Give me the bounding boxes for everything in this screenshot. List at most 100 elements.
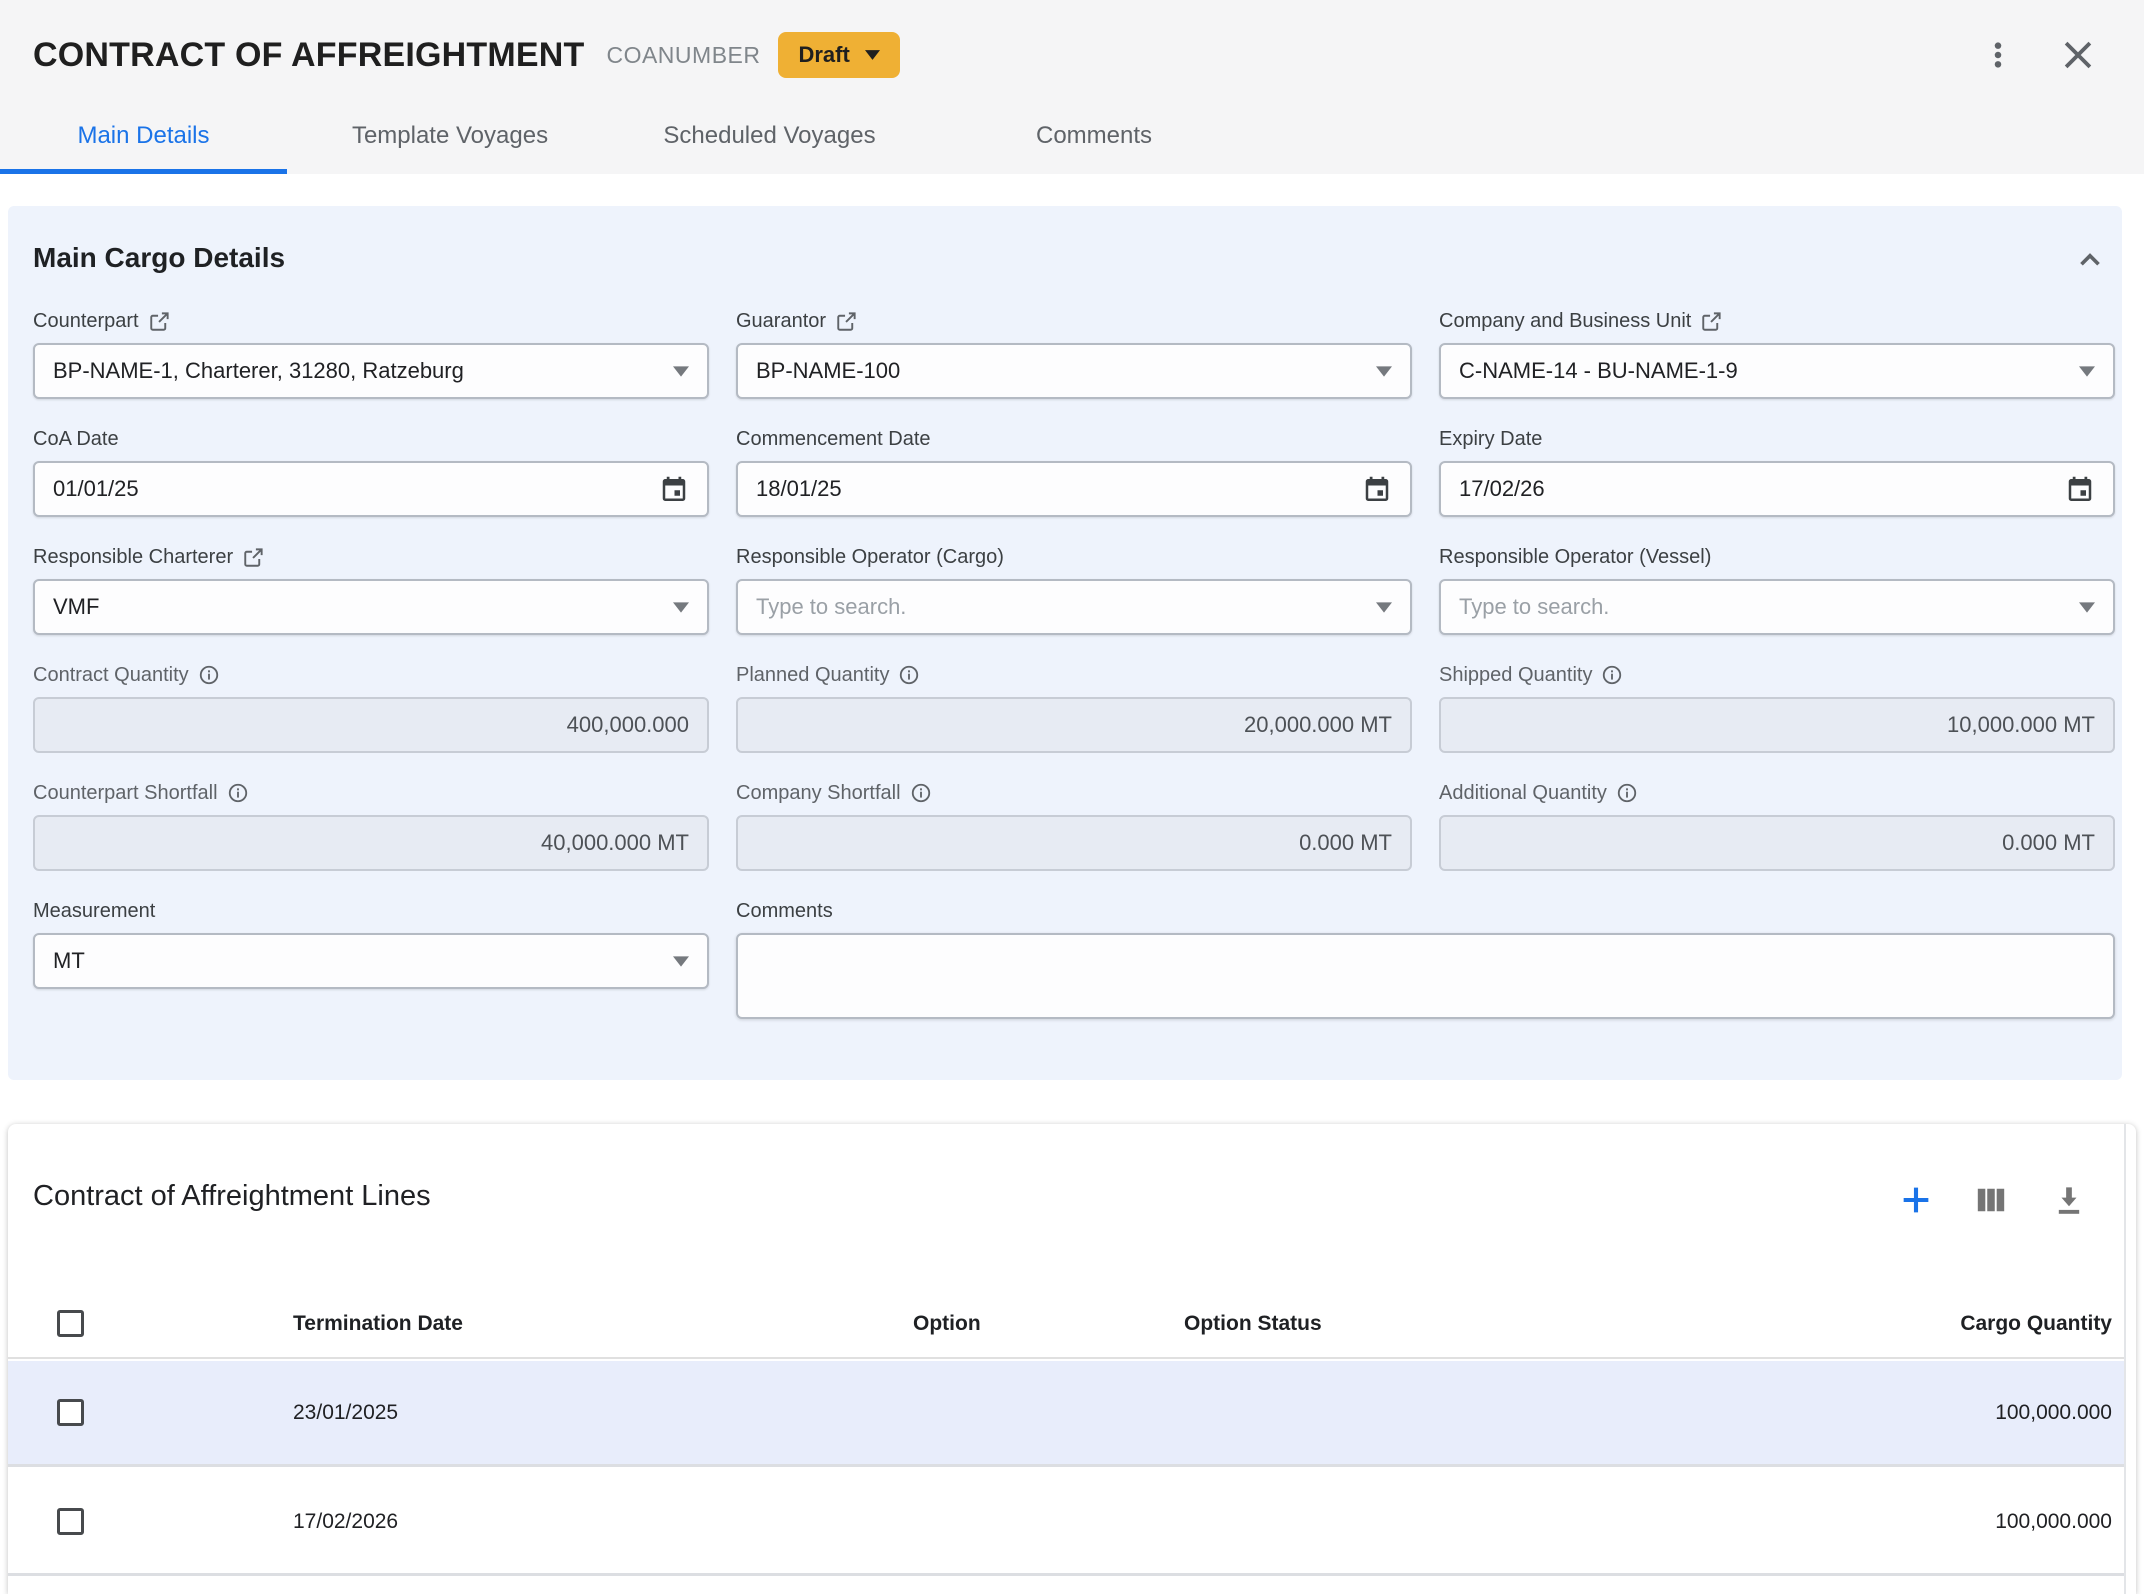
responsible-charterer-select[interactable]: VMF: [33, 579, 709, 635]
contract-quantity-label: Contract Quantity: [33, 664, 189, 687]
close-button[interactable]: [2056, 33, 2100, 77]
expiry-date-input[interactable]: 17/02/26: [1439, 461, 2115, 517]
info-icon[interactable]: [198, 664, 220, 686]
info-icon[interactable]: [1616, 782, 1638, 804]
responsible-operator-vessel-label: Responsible Operator (Vessel): [1439, 546, 1711, 569]
cell-cargo-quantity: 100,000.000: [1995, 1361, 2112, 1464]
additional-quantity-field: 0.000 MT: [1439, 815, 2115, 871]
column-header-option-status[interactable]: Option Status: [1184, 1288, 1322, 1359]
shipped-quantity-label: Shipped Quantity: [1439, 664, 1592, 687]
section-heading: Main Cargo Details: [33, 242, 285, 274]
shipped-quantity-value: 10,000.000 MT: [1459, 712, 2095, 738]
column-header-cargo-quantity[interactable]: Cargo Quantity: [1960, 1288, 2112, 1359]
coa-date-label: CoA Date: [33, 428, 119, 451]
company-shortfall-label: Company Shortfall: [736, 782, 901, 805]
info-icon[interactable]: [1601, 664, 1623, 686]
tab-main-details[interactable]: Main Details: [0, 110, 287, 174]
chevron-down-icon: [673, 602, 689, 613]
form-row-5: Counterpart Shortfall 40,000.000 MT Comp…: [33, 778, 2115, 871]
kebab-menu-icon: [1981, 38, 2015, 72]
guarantor-select[interactable]: BP-NAME-100: [736, 343, 1412, 399]
measurement-select[interactable]: MT: [33, 933, 709, 989]
tab-label: Comments: [1036, 122, 1152, 150]
column-header-option[interactable]: Option: [913, 1288, 981, 1359]
table-row[interactable]: 23/01/2025 100,000.000: [8, 1361, 2124, 1467]
plus-icon: [1897, 1181, 1935, 1219]
status-badge-label: Draft: [798, 42, 849, 68]
cell-cargo-quantity: 100,000.000: [1995, 1470, 2112, 1573]
company-shortfall-value: 0.000 MT: [756, 830, 1392, 856]
more-options-button[interactable]: [1976, 33, 2020, 77]
additional-quantity-label: Additional Quantity: [1439, 782, 1607, 805]
external-link-icon[interactable]: [242, 546, 265, 569]
tab-scheduled-voyages[interactable]: Scheduled Voyages: [613, 110, 926, 174]
table-row[interactable]: 17/02/2026 100,000.000: [8, 1470, 2124, 1576]
contract-quantity-field: 400,000.000: [33, 697, 709, 753]
shipped-quantity-field: 10,000.000 MT: [1439, 697, 2115, 753]
responsible-operator-cargo-label: Responsible Operator (Cargo): [736, 546, 1004, 569]
status-badge[interactable]: Draft: [778, 32, 899, 78]
company-bu-label-row: Company and Business Unit: [1439, 306, 2115, 336]
responsible-charterer-label-row: Responsible Charterer: [33, 542, 709, 572]
commencement-date-value: 18/01/25: [756, 476, 1352, 502]
coa-date-value: 01/01/25: [53, 476, 649, 502]
responsible-charterer-label: Responsible Charterer: [33, 546, 233, 569]
calendar-icon[interactable]: [659, 474, 689, 504]
chevron-down-icon: [673, 366, 689, 377]
company-bu-select[interactable]: C-NAME-14 - BU-NAME-1-9: [1439, 343, 2115, 399]
external-link-icon[interactable]: [835, 310, 858, 333]
comments-textarea[interactable]: [736, 933, 2115, 1019]
form-row-2: CoA Date 01/01/25 Commencement Date 18/0…: [33, 424, 2115, 517]
company-bu-value: C-NAME-14 - BU-NAME-1-9: [1459, 358, 2069, 384]
tab-label: Template Voyages: [352, 122, 548, 150]
manage-columns-button[interactable]: [1969, 1178, 2013, 1222]
counterpart-value: BP-NAME-1, Charterer, 31280, Ratzeburg: [53, 358, 663, 384]
download-button[interactable]: [2047, 1178, 2091, 1222]
counterpart-shortfall-label-row: Counterpart Shortfall: [33, 778, 709, 808]
responsible-operator-cargo-placeholder: Type to search.: [756, 594, 1366, 620]
chevron-down-icon: [1376, 366, 1392, 377]
additional-quantity-label-row: Additional Quantity: [1439, 778, 2115, 808]
tab-label: Main Details: [77, 122, 209, 150]
tab-label: Scheduled Voyages: [663, 122, 875, 150]
columns-icon: [1973, 1182, 2009, 1218]
contract-quantity-label-row: Contract Quantity: [33, 660, 709, 690]
guarantor-value: BP-NAME-100: [756, 358, 1366, 384]
company-shortfall-label-row: Company Shortfall: [736, 778, 1412, 808]
external-link-icon[interactable]: [1700, 310, 1723, 333]
chevron-down-icon: [2079, 602, 2095, 613]
add-line-button[interactable]: [1894, 1178, 1938, 1222]
measurement-value: MT: [53, 948, 663, 974]
collapse-section-button[interactable]: [2070, 240, 2110, 280]
additional-quantity-value: 0.000 MT: [1459, 830, 2095, 856]
column-header-termination-date[interactable]: Termination Date: [293, 1288, 463, 1359]
planned-quantity-value: 20,000.000 MT: [756, 712, 1392, 738]
responsible-operator-vessel-select[interactable]: Type to search.: [1439, 579, 2115, 635]
tab-template-voyages[interactable]: Template Voyages: [287, 110, 613, 174]
row-checkbox[interactable]: [57, 1508, 84, 1535]
select-all-checkbox[interactable]: [57, 1310, 84, 1337]
planned-quantity-field: 20,000.000 MT: [736, 697, 1412, 753]
counterpart-label: Counterpart: [33, 310, 139, 333]
info-icon[interactable]: [910, 782, 932, 804]
responsible-operator-cargo-select[interactable]: Type to search.: [736, 579, 1412, 635]
calendar-icon[interactable]: [2065, 474, 2095, 504]
planned-quantity-label: Planned Quantity: [736, 664, 889, 687]
coa-date-input[interactable]: 01/01/25: [33, 461, 709, 517]
external-link-icon[interactable]: [148, 310, 171, 333]
tab-bar: Main Details Template Voyages Scheduled …: [0, 110, 1262, 174]
calendar-icon[interactable]: [1362, 474, 1392, 504]
row-checkbox[interactable]: [57, 1399, 84, 1426]
form-row-6: Measurement MT Comments: [33, 896, 2115, 1024]
info-icon[interactable]: [227, 782, 249, 804]
expiry-date-value: 17/02/26: [1459, 476, 2055, 502]
page-title: CONTRACT OF AFFREIGHTMENT: [33, 36, 584, 75]
close-icon: [2059, 36, 2097, 74]
commencement-date-input[interactable]: 18/01/25: [736, 461, 1412, 517]
info-icon[interactable]: [898, 664, 920, 686]
chevron-down-icon: [1376, 602, 1392, 613]
counterpart-select[interactable]: BP-NAME-1, Charterer, 31280, Ratzeburg: [33, 343, 709, 399]
responsible-charterer-value: VMF: [53, 594, 663, 620]
tab-comments[interactable]: Comments: [926, 110, 1262, 174]
cell-termination-date: 23/01/2025: [293, 1361, 398, 1464]
